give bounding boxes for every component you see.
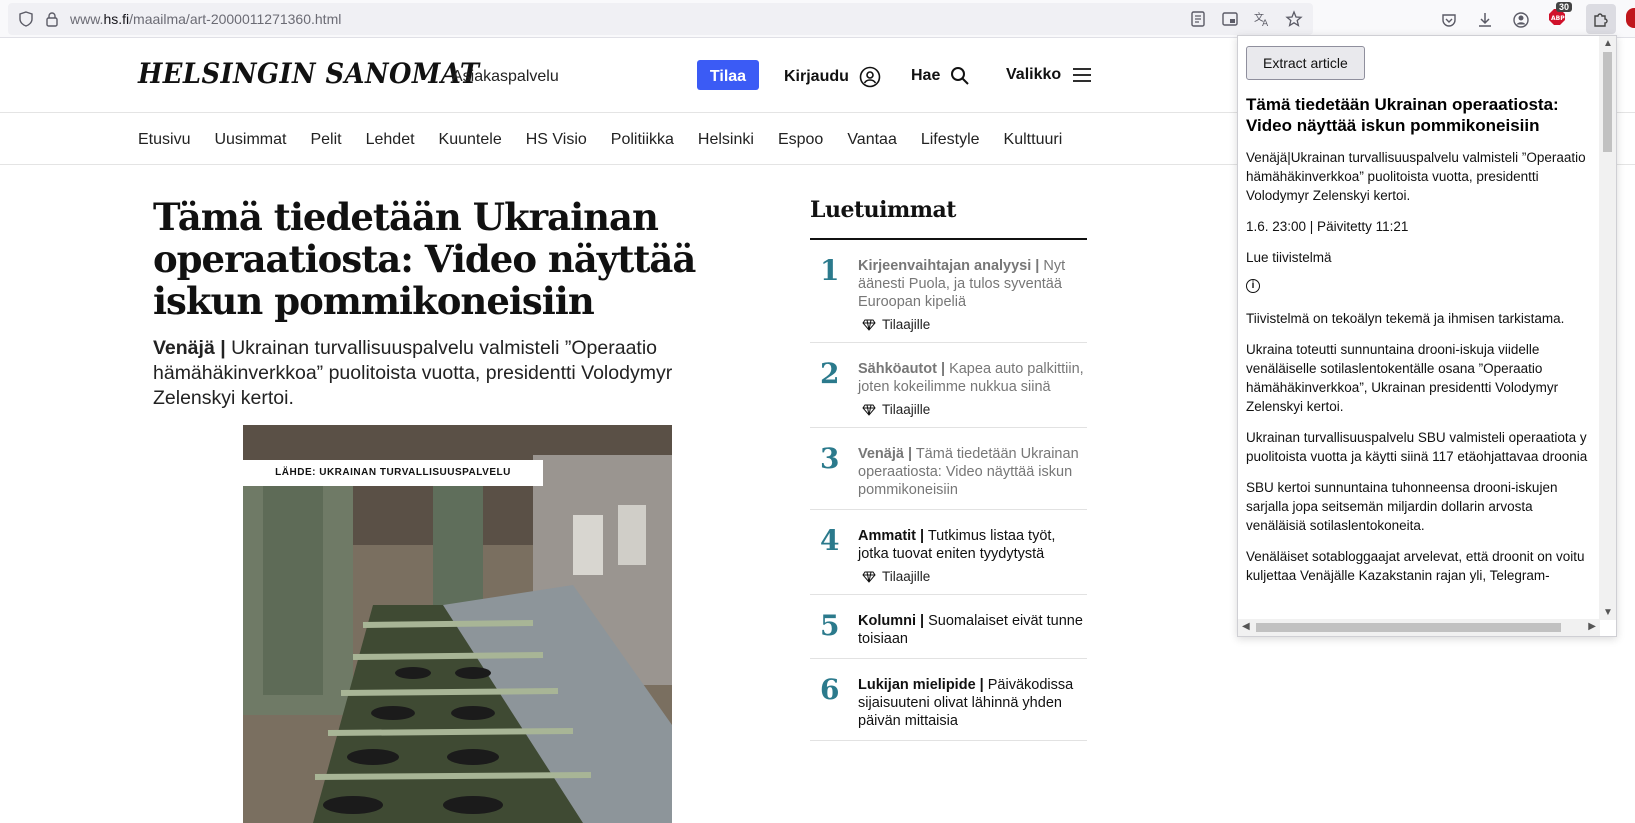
nav-item-hs-visio[interactable]: HS Visio	[526, 131, 587, 149]
most-read-item[interactable]: 4 Ammatit | Tutkimus listaa työt, jotka …	[810, 510, 1087, 595]
nav-item-uusimmat[interactable]: Uusimmat	[214, 131, 286, 149]
extension-icon-partial[interactable]	[1626, 8, 1635, 28]
subscriber-badge: Tilaajille	[858, 569, 1087, 584]
hamburger-icon	[1073, 68, 1092, 82]
subscriber-badge: Tilaajille	[858, 402, 1087, 417]
menu-button[interactable]: Valikko	[1006, 66, 1093, 84]
address-bar[interactable]: www.hs.fi/maailma/art-2000011271360.html…	[8, 3, 1313, 35]
nav-item-vantaa[interactable]: Vantaa	[847, 131, 897, 149]
nav-item-politiikka[interactable]: Politiikka	[611, 131, 674, 149]
svg-text:ABP: ABP	[1551, 15, 1565, 22]
most-read-list: 1 Kirjeenvaihtajan analyysi | Nyt äänest…	[810, 240, 1087, 741]
rank-number: 1	[820, 254, 840, 287]
article-kicker: Venäjä |	[153, 337, 226, 359]
nav-item-pelit[interactable]: Pelit	[310, 131, 341, 149]
adblock-plus-button[interactable]: ABP 30	[1548, 2, 1572, 31]
popup-date: 1.6. 23:00 | Päivitetty 11:21	[1246, 219, 1409, 234]
nav-item-lifestyle[interactable]: Lifestyle	[921, 131, 980, 149]
menu-label: Valikko	[1006, 66, 1062, 83]
browser-toolbar: www.hs.fi/maailma/art-2000011271360.html…	[0, 0, 1635, 38]
rank-number: 2	[820, 357, 840, 390]
site-logo[interactable]: HELSINGIN SANOMAT	[138, 57, 480, 90]
most-read-item[interactable]: 2 Sähköautot | Kapea auto palkittiin, jo…	[810, 343, 1087, 428]
rank-number: 4	[820, 524, 840, 557]
search-button[interactable]: Hae	[911, 66, 970, 86]
scroll-right-arrow-icon[interactable]: ▶	[1588, 621, 1596, 632]
picture-in-picture-icon[interactable]	[1221, 10, 1239, 28]
most-read-text: Sähköautot | Kapea auto palkittiin, jote…	[858, 361, 1084, 395]
login-button[interactable]: Kirjaudu	[784, 66, 881, 88]
pocket-icon[interactable]	[1440, 11, 1458, 29]
image-source-label: LÄHDE: UKRAINAN TURVALLISUUSPALVELU	[243, 460, 543, 486]
rank-number: 5	[820, 609, 840, 642]
info-icon[interactable]: i	[1246, 279, 1260, 293]
nav-item-helsinki[interactable]: Helsinki	[698, 131, 754, 149]
customer-service-link[interactable]: Asiakaspalvelu	[452, 68, 559, 86]
subscribe-button[interactable]: Tilaa	[697, 60, 759, 90]
search-label: Hae	[911, 67, 941, 84]
most-read-text: Ammatit | Tutkimus listaa työt, jotka tu…	[858, 528, 1056, 562]
popup-article-title: Tämä tiedetään Ukrainan operaatiosta: Vi…	[1246, 95, 1559, 135]
article-lead-text: Ukrainan turvallisuuspalvelu valmisteli …	[153, 337, 673, 409]
popup-paragraph: SBU kertoi sunnuntaina tuhonneensa droon…	[1246, 480, 1558, 533]
most-read-item[interactable]: 3 Venäjä | Tämä tiedetään Ukrainan opera…	[810, 428, 1087, 510]
nav-item-lehdet[interactable]: Lehdet	[366, 131, 415, 149]
bookmark-star-icon[interactable]	[1285, 10, 1303, 28]
most-read-text: Kirjeenvaihtajan analyysi | Nyt äänesti …	[858, 258, 1066, 310]
puzzle-icon	[1594, 13, 1608, 27]
nav-item-kulttuuri[interactable]: Kulttuuri	[1004, 131, 1063, 149]
scroll-left-arrow-icon[interactable]: ◀	[1242, 621, 1250, 632]
rank-number: 6	[820, 673, 840, 706]
subscriber-badge: Tilaajille	[858, 317, 1087, 332]
popup-ai-note: Tiivistelmä on tekoälyn tekemä ja ihmise…	[1246, 311, 1565, 326]
article-headline: Tämä tiedetään Ukrainan operaatiosta: Vi…	[153, 195, 696, 323]
scroll-down-arrow-icon[interactable]: ▼	[1603, 607, 1613, 618]
extract-article-button[interactable]: Extract article	[1246, 46, 1365, 80]
account-icon[interactable]	[1512, 11, 1530, 29]
nav-item-etusivu[interactable]: Etusivu	[138, 131, 190, 149]
most-read-item[interactable]: 5 Kolumni | Suomalaiset eivät tunne tois…	[810, 595, 1087, 659]
popup-paragraph: Ukrainan turvallisuuspalvelu SBU valmist…	[1246, 430, 1588, 464]
horizontal-scroll-thumb[interactable]	[1256, 623, 1561, 632]
search-icon	[951, 67, 970, 85]
most-read-text: Kolumni | Suomalaiset eivät tunne toisia…	[858, 613, 1083, 647]
url-text[interactable]: www.hs.fi/maailma/art-2000011271360.html	[70, 11, 341, 27]
login-label: Kirjaudu	[784, 68, 849, 85]
vertical-scrollbar[interactable]: ▲ ▼	[1599, 36, 1616, 620]
most-read-item[interactable]: 1 Kirjeenvaihtajan analyysi | Nyt äänest…	[810, 240, 1087, 343]
popup-paragraph: Venäläiset sotabloggaajat arvelevat, ett…	[1246, 549, 1585, 583]
lock-icon[interactable]	[44, 11, 60, 27]
diamond-icon	[862, 404, 876, 416]
vertical-scroll-thumb[interactable]	[1603, 52, 1612, 152]
extension-popup: Extract article Tämä tiedetään Ukrainan …	[1237, 35, 1617, 637]
extensions-button[interactable]	[1586, 4, 1616, 34]
nav-item-kuuntele[interactable]: Kuuntele	[439, 131, 502, 149]
tracking-shield-icon[interactable]	[18, 11, 34, 27]
svg-text:A: A	[1262, 19, 1269, 28]
most-read-text: Venäjä | Tämä tiedetään Ukrainan operaat…	[858, 446, 1079, 498]
translate-icon[interactable]: 文A	[1253, 10, 1271, 28]
rank-number: 3	[820, 442, 840, 475]
popup-summary-link[interactable]: Lue tiivistelmä	[1246, 248, 1592, 267]
most-read-item[interactable]: 6 Lukijan mielipide | Päiväkodissa sijai…	[810, 659, 1087, 741]
popup-lead: Venäjä|Ukrainan turvallisuuspalvelu valm…	[1246, 150, 1586, 203]
popup-paragraph: Ukraina toteutti sunnuntaina drooni-isku…	[1246, 342, 1559, 414]
article-lead: Venäjä | Ukrainan turvallisuuspalvelu va…	[153, 336, 733, 411]
diamond-icon	[862, 571, 876, 583]
most-read-text: Lukijan mielipide | Päiväkodissa sijaisu…	[858, 677, 1074, 729]
diamond-icon	[862, 319, 876, 331]
reader-view-icon[interactable]	[1189, 10, 1207, 28]
most-read-title: Luetuimmat	[810, 197, 956, 223]
scroll-up-arrow-icon[interactable]: ▲	[1603, 38, 1613, 49]
popup-content: Extract article Tämä tiedetään Ukrainan …	[1238, 36, 1600, 620]
adblock-count-badge: 30	[1555, 2, 1572, 12]
downloads-icon[interactable]	[1476, 11, 1494, 29]
nav-item-espoo[interactable]: Espoo	[778, 131, 823, 149]
horizontal-scrollbar[interactable]: ◀ ▶	[1238, 619, 1600, 636]
user-icon	[859, 66, 881, 88]
